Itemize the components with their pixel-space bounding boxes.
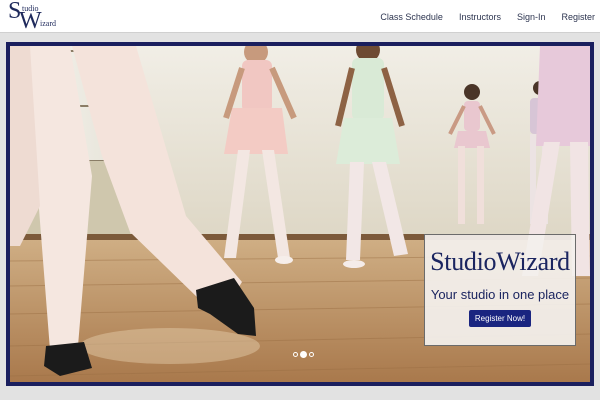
- top-navbar: S tudio W izard Class Schedule Instructo…: [0, 0, 600, 34]
- hero-title: StudioWizard: [430, 247, 570, 276]
- hero-carousel[interactable]: StudioWizard Your studio in one place Re…: [6, 42, 594, 386]
- nav-instructors[interactable]: Instructors: [459, 12, 501, 22]
- studiowizard-logo[interactable]: S tudio W izard: [8, 0, 58, 34]
- hero-promo-card: StudioWizard Your studio in one place Re…: [424, 234, 576, 346]
- logo-text-bottom: izard: [40, 19, 56, 28]
- nav-sign-in[interactable]: Sign-In: [517, 12, 546, 22]
- carousel-dot-2-active[interactable]: [300, 351, 307, 358]
- logo-letter-w: W: [19, 8, 42, 34]
- nav-links: Class Schedule Instructors Sign-In Regis…: [364, 0, 595, 33]
- hero-tagline: Your studio in one place: [430, 287, 570, 302]
- carousel-dot-3[interactable]: [309, 352, 314, 357]
- nav-register[interactable]: Register: [561, 12, 595, 22]
- nav-class-schedule[interactable]: Class Schedule: [380, 12, 443, 22]
- register-now-button[interactable]: Register Now!: [468, 310, 532, 327]
- carousel-dot-1[interactable]: [293, 352, 298, 357]
- carousel-indicators: [292, 351, 315, 358]
